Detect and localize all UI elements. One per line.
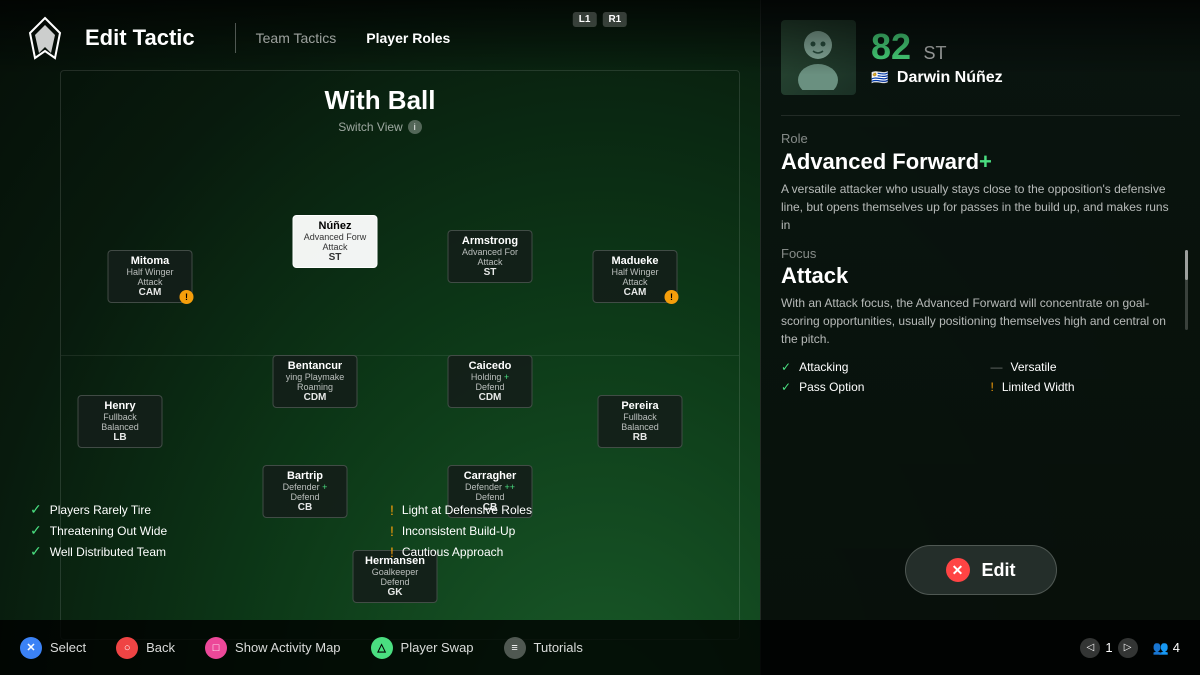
warn-icon-2: ! [390,523,394,539]
nav-divider [235,23,236,53]
focus-section: Focus Attack With an Attack focus, the A… [781,246,1180,348]
action-player-swap[interactable]: △ Player Swap [371,637,474,659]
trait-threatening-wide: ✓ Threatening Out Wide [30,522,370,539]
traits-area: ✓ Players Rarely Tire ! Light at Defensi… [10,501,750,560]
header-title: Edit Tactic [85,25,195,51]
scroll-indicator[interactable] [1185,250,1188,330]
page-right-icon[interactable]: ▷ [1118,638,1138,658]
players-count: 👥 4 [1153,640,1180,656]
players-icon-symbol: 👥 [1153,640,1169,656]
l1-button[interactable]: L1 [573,12,597,27]
check-icon-3: ✓ [30,543,42,560]
field-container: Mitoma Half Winger Attack CAM ! Núñez Ad… [60,205,740,665]
role-description: A versatile attacker who usually stays c… [781,180,1180,234]
x-button-icon: ✕ [20,637,42,659]
warn-icon-3: ! [390,544,394,560]
trait-distributed-team: ✓ Well Distributed Team [30,543,370,560]
player-node-nunez[interactable]: Núñez Advanced Forw Attack ST [293,215,378,268]
action-select[interactable]: ✕ Select [20,637,86,659]
share-button-icon: ≡ [504,637,526,659]
r1-button[interactable]: R1 [602,12,627,27]
focus-name: Attack [781,263,1180,289]
player-node-bentancur[interactable]: Bentancur ying Playmake Roaming CDM [273,355,358,408]
attr-attacking: ✓ Attacking [781,360,971,374]
controller-buttons: L1 R1 [573,12,627,27]
trait-players-tire: ✓ Players Rarely Tire [30,501,370,518]
focus-label: Focus [781,246,1180,261]
mitoma-warn: ! [180,290,194,304]
switch-view[interactable]: Switch View i [0,120,760,134]
dash-icon-attr-2: — [991,360,1003,374]
player-node-armstrong[interactable]: Armstrong Advanced For Attack ST [448,230,533,283]
trait-light-defensive: ! Light at Defensive Roles [390,501,730,518]
section-title: With Ball [0,85,760,116]
action-activity-map[interactable]: □ Show Activity Map [205,637,341,659]
select-label: Select [50,640,86,655]
page-left-icon[interactable]: ◁ [1080,638,1100,658]
focus-description: With an Attack focus, the Advanced Forwa… [781,294,1180,348]
right-panel: 82 ST 🇺🇾 Darwin Núñez Role Advanced Forw… [760,0,1200,675]
switch-view-info-icon: i [408,120,422,134]
main-area: With Ball Switch View i Mitoma Half Wing… [0,75,760,620]
page-number: 1 [1105,640,1112,655]
attr-versatile: — Versatile [991,360,1181,374]
action-tutorials[interactable]: ≡ Tutorials [504,637,583,659]
o-button-icon: ○ [116,637,138,659]
check-icon-attr-1: ✓ [781,360,791,374]
edit-btn-icon: ✕ [946,558,970,582]
page-indicator: ◁ 1 ▷ [1080,638,1137,658]
nav-player-roles[interactable]: Player Roles [366,30,450,46]
activity-map-label: Show Activity Map [235,640,341,655]
bottom-bar: ✕ Select ○ Back □ Show Activity Map △ Pl… [0,620,1200,675]
madueke-warn: ! [665,290,679,304]
header-nav: Team Tactics Player Roles [256,30,451,46]
bottom-right: ◁ 1 ▷ 👥 4 [1080,638,1180,658]
tutorials-label: Tutorials [534,640,583,655]
role-label: Role [781,131,1180,146]
check-icon: ✓ [30,501,42,518]
player-node-caicedo[interactable]: Caicedo Holding + Defend CDM [448,355,533,408]
header: L1 R1 Edit Tactic Team Tactics Player Ro… [0,0,1200,75]
nav-team-tactics[interactable]: Team Tactics [256,30,337,46]
scroll-thumb [1185,250,1188,280]
player-node-madueke[interactable]: Madueke Half Winger Attack CAM ! [593,250,678,303]
role-section: Role Advanced Forward+ A versatile attac… [781,131,1180,234]
check-icon-2: ✓ [30,522,42,539]
player-node-mitoma[interactable]: Mitoma Half Winger Attack CAM ! [108,250,193,303]
player-swap-label: Player Swap [401,640,474,655]
back-label: Back [146,640,175,655]
game-logo [20,13,70,63]
triangle-button-icon: △ [371,637,393,659]
trait-inconsistent-build: ! Inconsistent Build-Up [390,522,730,539]
attr-limited-width: ! Limited Width [991,380,1181,394]
action-back[interactable]: ○ Back [116,637,175,659]
player-node-henry[interactable]: Henry Fullback Balanced LB [78,395,163,448]
edit-button[interactable]: ✕ Edit [905,545,1057,595]
edit-btn-label: Edit [982,560,1016,581]
warn-icon-attr-4: ! [991,380,994,394]
players-count-number: 4 [1173,640,1180,655]
role-name: Advanced Forward+ [781,149,1180,175]
role-plus-icon: + [979,149,992,174]
player-node-pereira[interactable]: Pereira Fullback Balanced RB [598,395,683,448]
attributes-grid: ✓ Attacking — Versatile ✓ Pass Option ! … [781,360,1180,394]
warn-icon-1: ! [390,502,394,518]
attr-pass-option: ✓ Pass Option [781,380,971,394]
square-button-icon: □ [205,637,227,659]
trait-cautious-approach: ! Cautious Approach [390,543,730,560]
check-icon-attr-3: ✓ [781,380,791,394]
